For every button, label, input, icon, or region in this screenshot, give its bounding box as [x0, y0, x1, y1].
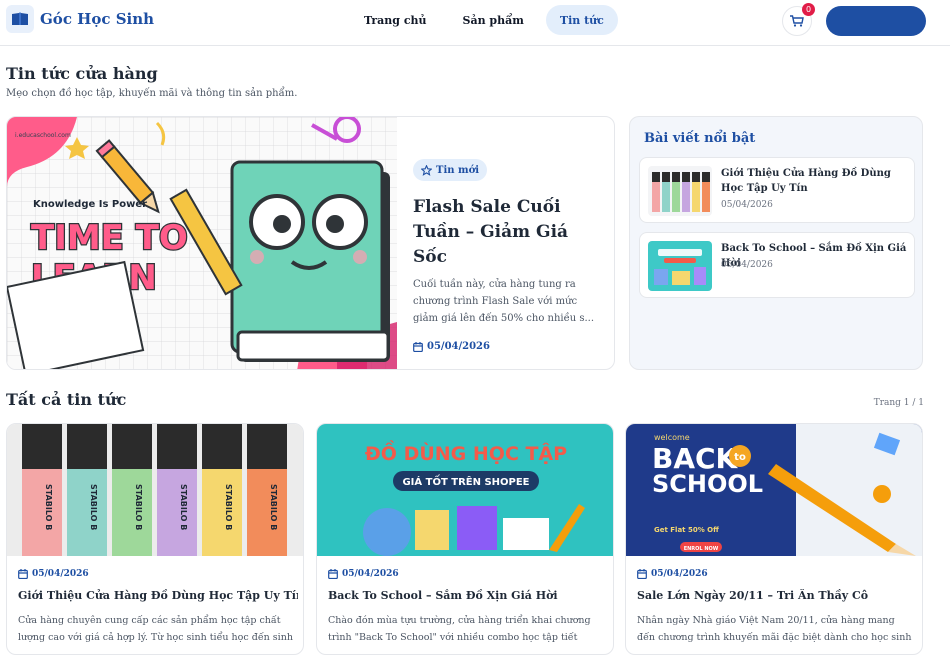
page-indicator: Trang 1 / 1: [873, 398, 924, 408]
news-card-title[interactable]: Sale Lớn Ngày 20/11 – Tri Ân Thầy Cô: [637, 589, 917, 602]
news-card-date-text: 05/04/2026: [32, 569, 89, 579]
calendar-icon: [18, 569, 28, 579]
pen-body: [67, 469, 107, 556]
pen-body: [202, 469, 242, 556]
news-card[interactable]: welcome BACK to SCHOOL Get Flat 50% Off …: [625, 423, 923, 655]
calendar-icon: [637, 569, 647, 579]
sidebar-post-date: 05/04/2026: [721, 260, 773, 270]
sidebar-post-thumbnail: [648, 166, 712, 216]
account-button[interactable]: [826, 6, 926, 36]
news-card-image: welcome BACK to SCHOOL Get Flat 50% Off …: [626, 424, 922, 556]
news-card-image: STABILO B STABILO B STABILO B STABILO B STAB…: [7, 424, 303, 556]
page-subtitle: Mẹo chọn đồ học tập, khuyến mãi và thông…: [6, 88, 298, 99]
sidebar-post-item[interactable]: Giới Thiệu Cửa Hàng Đồ Dùng Học Tập Uy T…: [639, 157, 915, 223]
news-card-date: 05/04/2026: [328, 569, 399, 579]
featured-image: i.educaschool.com Knowledge Is Power TIM…: [7, 117, 397, 369]
news-card-image-offer: Get Flat 50% Off: [654, 526, 719, 534]
site-header: Góc Học Sinh Trang chủ Sản phẩm Tin tức …: [0, 0, 950, 46]
pen-cap: [157, 424, 197, 469]
news-card-date: 05/04/2026: [637, 569, 708, 579]
calendar-icon: [413, 341, 423, 352]
news-card-excerpt: Nhân ngày Nhà giáo Việt Nam 20/11, cửa h…: [637, 615, 912, 643]
pen-brand-label: STABILO B: [134, 484, 143, 530]
news-card-date-text: 05/04/2026: [651, 569, 708, 579]
pen-cap: [67, 424, 107, 469]
brand-name: Góc Học Sinh: [40, 10, 155, 28]
news-card-excerpt: Chào đón mùa tựu trường, cửa hàng triển …: [328, 615, 591, 643]
sidebar-post-thumbnail: [648, 241, 712, 291]
featured-title[interactable]: Flash Sale Cuối Tuần – Giảm Giá Sốc: [413, 195, 605, 270]
cart-icon: [790, 15, 804, 27]
news-card-date-text: 05/04/2026: [342, 569, 399, 579]
news-card-date: 05/04/2026: [18, 569, 89, 579]
news-card[interactable]: ĐỒ DÙNG HỌC TẬP GIÁ TỐT TRÊN SHOPEE 05/0…: [316, 423, 614, 655]
pen-brand-label: STABILO B: [89, 484, 98, 530]
news-card-image-cta: ENROL NOW: [684, 546, 719, 552]
pen-brand-label: STABILO B: [224, 484, 233, 530]
pen-cap: [202, 424, 242, 469]
sidebar-post-date: 05/04/2026: [721, 200, 773, 210]
featured-excerpt: Cuối tuần này, cửa hàng tung ra chương t…: [413, 279, 595, 324]
pen-body: [22, 469, 62, 556]
pen-brand-label: STABILO B: [269, 484, 278, 530]
brand-link[interactable]: Góc Học Sinh: [6, 5, 154, 33]
news-card-image-welcome: welcome: [654, 433, 690, 442]
news-card-image-headline: ĐỒ DÙNG HỌC TẬP: [365, 439, 567, 465]
star-icon: [421, 164, 432, 176]
pen-brand-label: STABILO B: [179, 484, 188, 530]
main-nav: Trang chủ Sản phẩm Tin tức: [350, 5, 618, 35]
featured-date: 05/04/2026: [413, 341, 605, 352]
sidebar-title: Bài viết nổi bật: [644, 131, 756, 146]
all-news-title: Tất cả tin tức: [6, 390, 127, 409]
news-card-title[interactable]: Back To School – Sắm Đồ Xịn Giá Hời: [328, 589, 608, 602]
nav-products[interactable]: Sản phẩm: [449, 5, 538, 35]
nav-home[interactable]: Trang chủ: [350, 5, 441, 35]
featured-article[interactable]: i.educaschool.com Knowledge Is Power TIM…: [6, 116, 615, 370]
news-card-image-to: to: [734, 452, 746, 463]
news-card-image: ĐỒ DÙNG HỌC TẬP GIÁ TỐT TRÊN SHOPEE: [317, 424, 613, 556]
pen-body: [247, 469, 287, 556]
calendar-icon: [328, 569, 338, 579]
pen-cap: [22, 424, 62, 469]
news-card-excerpt: Cửa hàng chuyên cung cấp các sản phẩm họ…: [18, 615, 293, 643]
news-card[interactable]: STABILO B STABILO B STABILO B STABILO B STAB…: [6, 423, 304, 655]
featured-image-site: i.educaschool.com: [15, 132, 71, 139]
sidebar-post-title: Giới Thiệu Cửa Hàng Đồ Dùng Học Tập Uy T…: [721, 168, 891, 194]
featured-image-tagline: Knowledge Is Power: [33, 199, 147, 210]
pen-body: [157, 469, 197, 556]
featured-date-text: 05/04/2026: [427, 341, 490, 352]
featured-posts-sidebar: Bài viết nổi bật Giới Thiệu Cửa Hàng Đồ …: [629, 116, 923, 370]
featured-body: Tin mới Flash Sale Cuối Tuần – Giảm Giá …: [413, 159, 605, 352]
featured-image-headline-1: TIME TO: [31, 218, 188, 258]
pen-cap: [112, 424, 152, 469]
page-title: Tin tức cửa hàng: [6, 64, 158, 83]
new-badge-label: Tin mới: [436, 164, 480, 176]
cart-button[interactable]: 0: [782, 3, 815, 36]
pen-body: [112, 469, 152, 556]
news-card-title[interactable]: Giới Thiệu Cửa Hàng Đồ Dùng Học Tập Uy T…: [18, 589, 298, 602]
sidebar-post-item[interactable]: Back To School – Sắm Đồ Xịn Giá Hời 05/0…: [639, 232, 915, 298]
book-icon: [6, 5, 34, 33]
news-card-image-school: SCHOOL: [652, 470, 763, 498]
new-badge: Tin mới: [413, 159, 488, 181]
cart-count-badge: 0: [802, 3, 815, 16]
pen-cap: [247, 424, 287, 469]
nav-news[interactable]: Tin tức: [545, 5, 618, 35]
pen-brand-label: STABILO B: [44, 484, 53, 530]
